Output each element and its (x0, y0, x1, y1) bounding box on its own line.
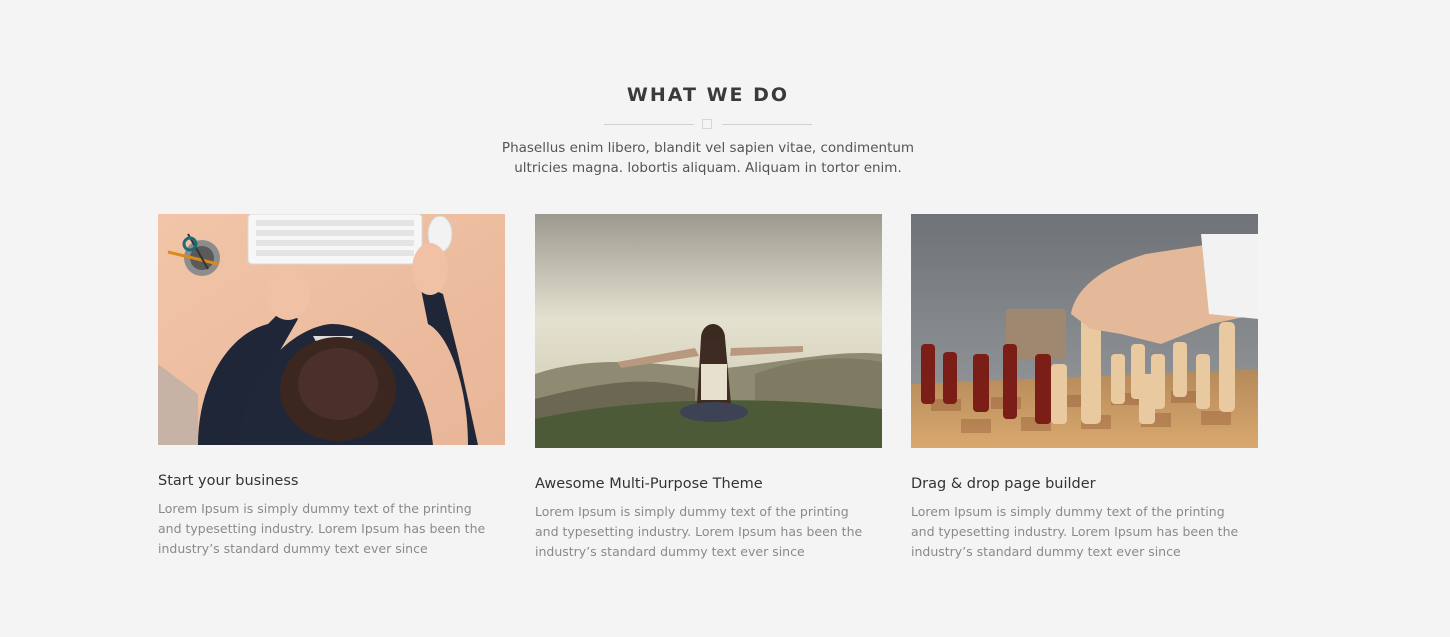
section-subtitle: Phasellus enim libero, blandit vel sapie… (501, 140, 915, 176)
card-text: Lorem Ipsum is simply dummy text of the … (535, 504, 863, 559)
section-title: WHAT WE DO (626, 84, 790, 106)
service-card-theme: Awesome Multi-Purpose Theme Lorem Ipsum … (535, 214, 882, 564)
card-title: Awesome Multi-Purpose Theme (535, 476, 763, 492)
service-card-business: Start your business Lorem Ipsum is simpl… (158, 214, 505, 564)
divider-square-icon (702, 119, 712, 129)
service-card-builder: Drag & drop page builder Lorem Ipsum is … (911, 214, 1258, 564)
divider-line-left (604, 124, 694, 125)
title-divider (604, 118, 812, 130)
office-desk-photo[interactable] (158, 214, 505, 445)
woman-meditating-photo[interactable] (535, 214, 882, 448)
what-we-do-section: WHAT WE DO Phasellus enim libero, blandi… (0, 0, 1450, 637)
card-title: Drag & drop page builder (911, 476, 1096, 492)
card-text: Lorem Ipsum is simply dummy text of the … (158, 501, 486, 556)
chess-game-photo[interactable] (911, 214, 1258, 448)
card-title: Start your business (158, 473, 299, 489)
card-text: Lorem Ipsum is simply dummy text of the … (911, 504, 1239, 559)
divider-line-right (722, 124, 812, 125)
